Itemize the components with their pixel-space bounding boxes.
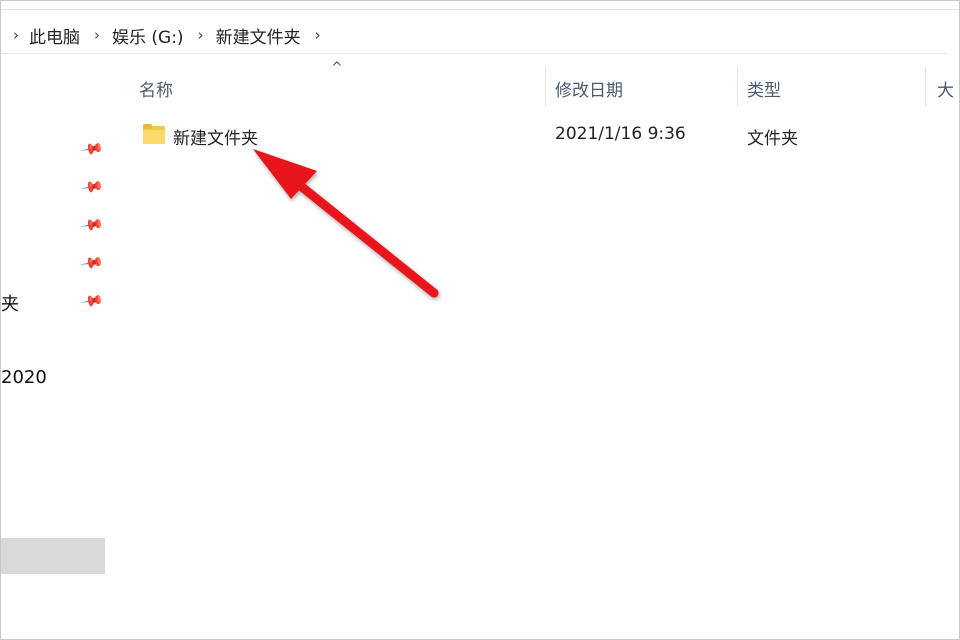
file-list: ^ 名称 修改日期 类型 大 新建文件夹 2021/1/16 9:36 文件夹 [111, 54, 959, 639]
column-divider[interactable] [737, 68, 738, 106]
breadcrumb-separator-icon[interactable]: › [186, 26, 214, 44]
column-header-size[interactable]: 大 [937, 76, 954, 101]
sort-ascending-icon: ^ [331, 60, 343, 76]
explorer-window: › 此电脑 › 娱乐 (G:) › 新建文件夹 › 📌 📌 📌 📌 📌 夹 20… [0, 0, 960, 640]
pin-icon[interactable]: 📌 [79, 288, 105, 313]
column-header-name[interactable]: 名称 [139, 76, 173, 101]
pin-icon[interactable]: 📌 [79, 250, 105, 275]
breadcrumb-separator-icon[interactable]: › [82, 26, 110, 44]
address-bar[interactable]: › 此电脑 › 娱乐 (G:) › 新建文件夹 › [1, 17, 947, 54]
breadcrumb-drive-g[interactable]: 娱乐 (G:) [110, 23, 186, 48]
navigation-pane: 📌 📌 📌 📌 📌 夹 2020 [1, 54, 111, 639]
column-divider[interactable] [925, 68, 926, 106]
nav-item-2020[interactable]: 2020 [1, 367, 47, 388]
column-divider[interactable] [545, 68, 546, 106]
breadcrumb-separator-icon[interactable]: › [1, 26, 29, 44]
column-header-modified[interactable]: 修改日期 [555, 76, 623, 101]
file-type: 文件夹 [747, 129, 798, 149]
pin-icon[interactable]: 📌 [79, 136, 105, 161]
nav-item-folder[interactable]: 夹 [1, 290, 19, 316]
nav-item-selected[interactable] [1, 538, 105, 574]
file-row[interactable]: 新建文件夹 2021/1/16 9:36 文件夹 [131, 118, 951, 152]
file-name[interactable]: 新建文件夹 [173, 124, 258, 149]
column-header-type[interactable]: 类型 [747, 76, 781, 101]
pin-icon[interactable]: 📌 [79, 174, 105, 199]
breadcrumb-new-folder[interactable]: 新建文件夹 [214, 23, 303, 48]
pin-icon[interactable]: 📌 [79, 212, 105, 237]
breadcrumb-this-pc[interactable]: 此电脑 [29, 23, 82, 48]
file-modified-date: 2021/1/16 9:36 [555, 124, 686, 144]
toolbar-divider [1, 9, 959, 10]
breadcrumb-separator-icon[interactable]: › [303, 26, 331, 44]
folder-icon [143, 124, 165, 144]
